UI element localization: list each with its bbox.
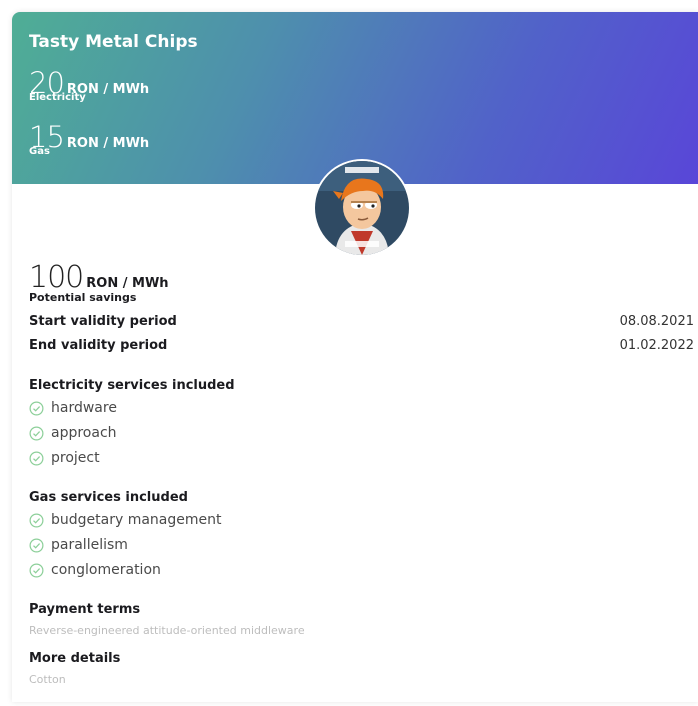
savings-value: 100: [29, 260, 84, 295]
service-label: parallelism: [51, 537, 128, 553]
service-label: budgetary management: [51, 512, 222, 528]
gas-price-unit: RON / MWh: [66, 136, 150, 151]
electricity-service-item: approach: [29, 425, 117, 441]
start-validity-value: 08.08.2021: [619, 314, 694, 329]
card-header: Tasty Metal Chips 20 RON / MWh Electricit…: [12, 12, 698, 184]
gas-services-title: Gas services included: [29, 490, 188, 505]
electricity-price: 20 RON / MWh Electricity: [29, 66, 149, 103]
check-circle-icon: [29, 401, 44, 415]
payment-terms-title: Payment terms: [29, 602, 141, 617]
more-details-title: More details: [29, 651, 121, 666]
gas-service-item: budgetary management: [29, 512, 222, 528]
payment-terms-value: Reverse-engineered attitude-oriented mid…: [29, 624, 305, 637]
more-details-value: Cotton: [29, 673, 66, 686]
check-circle-icon: [29, 451, 44, 465]
check-circle-icon: [29, 513, 44, 527]
offer-card: Tasty Metal Chips 20 RON / MWh Electricit…: [12, 12, 698, 702]
gas-price: 15 RON / MWh Gas: [29, 120, 150, 157]
electricity-label: Electricity: [29, 92, 86, 103]
fry-meme-avatar-icon: [315, 161, 409, 255]
savings-unit: RON / MWh: [86, 276, 169, 291]
savings-label: Potential savings: [29, 291, 137, 304]
avatar: [315, 161, 409, 255]
gas-service-item: conglomeration: [29, 562, 161, 578]
start-validity-row: Start validity period 08.08.2021: [29, 314, 694, 329]
gas-service-item: parallelism: [29, 537, 128, 553]
check-circle-icon: [29, 426, 44, 440]
check-circle-icon: [29, 538, 44, 552]
service-label: approach: [51, 425, 117, 441]
start-validity-label: Start validity period: [29, 314, 177, 329]
end-validity-row: End validity period 01.02.2022: [29, 338, 694, 353]
electricity-service-item: hardware: [29, 400, 117, 416]
potential-savings: 100 RON / MWh Potential savings: [29, 260, 698, 304]
gas-label: Gas: [29, 146, 50, 157]
end-validity-value: 01.02.2022: [619, 338, 694, 353]
check-circle-icon: [29, 563, 44, 577]
electricity-services-title: Electricity services included: [29, 378, 235, 393]
electricity-service-item: project: [29, 450, 100, 466]
card-title: Tasty Metal Chips: [29, 32, 198, 52]
service-label: hardware: [51, 400, 117, 416]
end-validity-label: End validity period: [29, 338, 168, 353]
service-label: project: [51, 450, 100, 466]
service-label: conglomeration: [51, 562, 161, 578]
